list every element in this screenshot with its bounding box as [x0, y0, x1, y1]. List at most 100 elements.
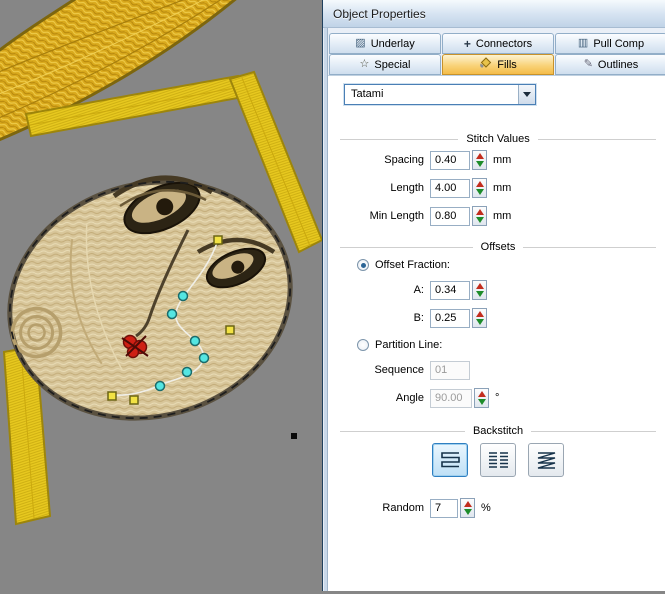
standard-backstitch-icon [437, 450, 463, 470]
spinner-up-arrow[interactable] [464, 501, 472, 507]
spinner-down-arrow[interactable] [478, 399, 486, 405]
control-point-circle[interactable] [156, 382, 165, 391]
object-anchor-handle[interactable] [291, 433, 297, 439]
borderline-backstitch-icon [485, 450, 511, 470]
control-point-square[interactable] [130, 396, 138, 404]
angle-row: Angle 90.00 ° [328, 387, 665, 409]
spinner-down-arrow[interactable] [476, 319, 484, 325]
tab-label: Underlay [371, 38, 415, 50]
tab-special[interactable]: ☆ Special [329, 54, 441, 75]
control-point-square[interactable] [108, 392, 116, 400]
random-row: Random 7 % [328, 497, 665, 519]
control-point-circle[interactable] [200, 354, 209, 363]
random-unit: % [481, 502, 491, 514]
dropdown-button[interactable] [518, 85, 535, 104]
spinner-up-arrow[interactable] [476, 283, 484, 289]
spacing-label: Spacing [328, 154, 430, 166]
spinner-up-arrow[interactable] [476, 209, 484, 215]
offset-a-input[interactable]: 0.34 [430, 281, 470, 300]
control-point-circle[interactable] [179, 292, 188, 301]
backstitch-zigzag-button[interactable] [528, 443, 564, 477]
offset-b-label: B: [328, 312, 430, 324]
offset-a-row: A: 0.34 [328, 279, 665, 301]
spinner-up-arrow[interactable] [476, 153, 484, 159]
offset-fraction-label: Offset Fraction: [375, 259, 450, 271]
min-length-spinner[interactable] [472, 206, 487, 226]
min-length-input[interactable]: 0.80 [430, 207, 470, 226]
spinner-down-arrow[interactable] [476, 189, 484, 195]
control-point-circle[interactable] [191, 337, 200, 346]
spinner-up-arrow[interactable] [476, 181, 484, 187]
spacing-input[interactable]: 0.40 [430, 151, 470, 170]
offset-fraction-option: Offset Fraction: [357, 257, 665, 273]
chevron-down-icon [523, 92, 531, 97]
spinner-down-arrow[interactable] [476, 161, 484, 167]
angle-spinner[interactable] [474, 388, 489, 408]
tab-label: Pull Comp [593, 38, 644, 50]
backstitch-header: Backstitch [340, 425, 656, 437]
spinner-down-arrow[interactable] [476, 291, 484, 297]
tab-underlay[interactable]: ▨ Underlay [329, 33, 441, 54]
pull-comp-icon: ▥ [578, 38, 588, 49]
offset-a-label: A: [328, 284, 430, 296]
embroidery-design[interactable] [0, 0, 322, 591]
backstitch-standard-button[interactable] [432, 443, 468, 477]
partition-line-option: Partition Line: [357, 337, 665, 353]
tab-fills[interactable]: Fills [442, 54, 554, 75]
offset-b-spinner[interactable] [472, 308, 487, 328]
window-titlebar[interactable]: Object Properties [323, 0, 665, 28]
tab-pull-comp[interactable]: ▥ Pull Comp [555, 33, 665, 54]
length-label: Length [328, 182, 430, 194]
angle-unit: ° [495, 392, 499, 404]
length-unit: mm [493, 182, 511, 194]
tab-label: Outlines [598, 59, 638, 71]
offset-fraction-radio[interactable] [357, 259, 369, 271]
control-point-square[interactable] [226, 326, 234, 334]
dialog-body: ▨ Underlay + Connectors ▥ Pull Comp ☆ Sp… [327, 28, 665, 591]
control-point-circle[interactable] [183, 368, 192, 377]
backstitch-borderline-button[interactable] [480, 443, 516, 477]
sequence-label: Sequence [328, 364, 430, 376]
design-canvas[interactable] [0, 0, 322, 591]
tab-label: Fills [497, 59, 517, 71]
offset-b-input[interactable]: 0.25 [430, 309, 470, 328]
angle-input: 90.00 [430, 389, 472, 408]
fill-type-value: Tatami [345, 85, 518, 104]
tab-outlines[interactable]: ✎ Outlines [555, 54, 665, 75]
spinner-up-arrow[interactable] [476, 311, 484, 317]
spacing-row: Spacing 0.40 mm [328, 149, 665, 171]
spinner-down-arrow[interactable] [464, 509, 472, 515]
control-point-square[interactable] [214, 236, 222, 244]
window-title: Object Properties [333, 7, 426, 21]
fills-panel: Tatami Stitch Values Spacing 0.40 mm [328, 75, 665, 591]
min-length-row: Min Length 0.80 mm [328, 205, 665, 227]
fills-icon [479, 57, 492, 72]
fill-type-dropdown[interactable]: Tatami [344, 84, 536, 105]
special-icon: ☆ [360, 59, 370, 70]
sequence-row: Sequence 01 [328, 359, 665, 381]
length-spinner[interactable] [472, 178, 487, 198]
random-input[interactable]: 7 [430, 499, 458, 518]
angle-label: Angle [328, 392, 430, 404]
random-spinner[interactable] [460, 498, 475, 518]
spinner-down-arrow[interactable] [476, 217, 484, 223]
sequence-input: 01 [430, 361, 470, 380]
offsets-header: Offsets [340, 241, 656, 253]
tab-label: Special [374, 59, 410, 71]
tab-strip: ▨ Underlay + Connectors ▥ Pull Comp ☆ Sp… [328, 28, 665, 75]
length-input[interactable]: 4.00 [430, 179, 470, 198]
section-title: Offsets [473, 241, 524, 253]
connectors-icon: + [464, 38, 471, 50]
partition-line-radio[interactable] [357, 339, 369, 351]
spacing-unit: mm [493, 154, 511, 166]
section-title: Stitch Values [458, 133, 537, 145]
backstitch-buttons [328, 443, 665, 477]
min-length-label: Min Length [328, 210, 430, 222]
spacing-spinner[interactable] [472, 150, 487, 170]
offset-a-spinner[interactable] [472, 280, 487, 300]
object-properties-window: Object Properties ▨ Underlay + Connector… [322, 0, 665, 591]
tab-connectors[interactable]: + Connectors [442, 33, 554, 54]
underlay-icon: ▨ [355, 38, 365, 49]
spinner-up-arrow[interactable] [478, 391, 486, 397]
control-point-circle[interactable] [168, 310, 177, 319]
